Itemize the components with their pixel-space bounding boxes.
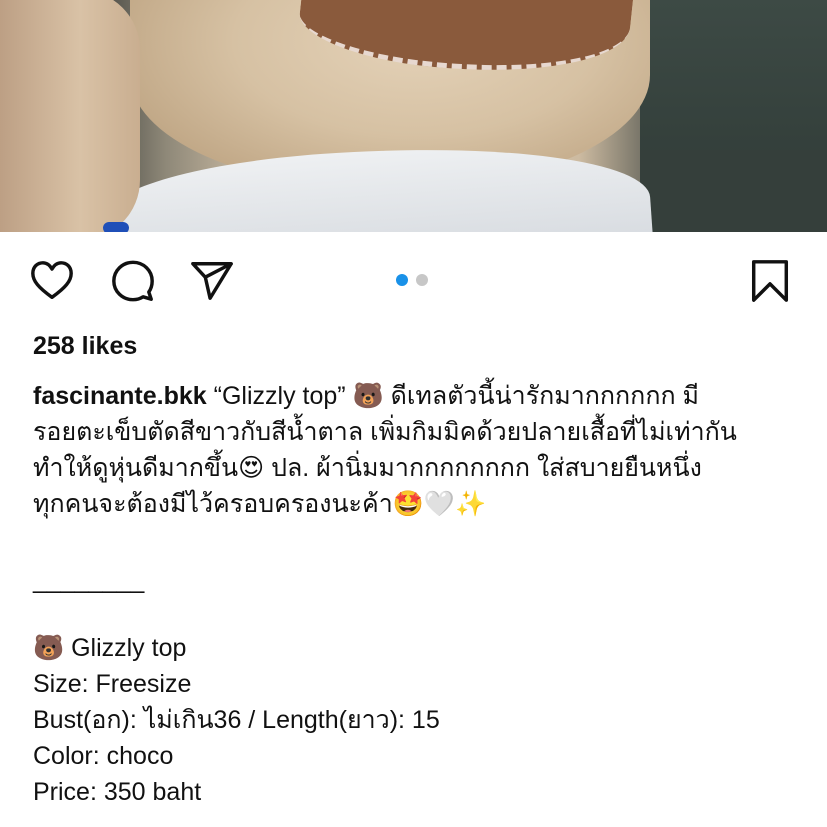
carousel-dot-active: [396, 274, 408, 286]
heart-icon: [31, 261, 73, 300]
product-price: Price: 350 baht: [33, 778, 202, 806]
product-measurements: Bust(อก): ไม่เกิน36 / Length(ยาว): 15: [33, 706, 440, 734]
photo-nail: [103, 222, 129, 232]
caption-text: “Glizzly top” 🐻 ดีเทลตัวนี้น่ารักมากกกกก…: [213, 382, 700, 410]
comment-bubble-icon: [112, 260, 154, 302]
post-caption: fascinante.bkk “Glizzly top” 🐻 ดีเทลตัวน…: [33, 378, 803, 522]
carousel-dot: [416, 274, 428, 286]
post-action-bar: [0, 232, 827, 330]
caption-line: รอยตะเข็บตัดสีขาวกับสีน้ำตาล เพิ่มกิมมิค…: [33, 418, 737, 446]
post-photo[interactable]: [0, 0, 827, 232]
likes-count[interactable]: 258 likes: [33, 330, 137, 362]
product-name: 🐻 Glizzly top: [33, 634, 187, 662]
bookmark-icon: [751, 260, 789, 302]
product-size: Size: Freesize: [33, 670, 192, 698]
comment-button[interactable]: [109, 257, 157, 305]
caption-line: ทำให้ดูหุ่นดีมากขึ้น😍 ปล. ผ้านิ่มมากกกกก…: [33, 454, 702, 482]
save-button[interactable]: [746, 257, 794, 305]
username-link[interactable]: fascinante.bkk: [33, 382, 207, 410]
photo-hand: [0, 0, 140, 232]
paper-plane-icon: [191, 262, 233, 300]
product-color: Color: choco: [33, 742, 174, 770]
share-button[interactable]: [188, 257, 236, 305]
caption-line: ทุกคนจะต้องมีไว้ครอบครองนะค้า🤩🤍✨: [33, 490, 487, 518]
product-details: 🐻 Glizzly top Size: Freesize Bust(อก): ไ…: [33, 630, 440, 810]
like-button[interactable]: [28, 257, 76, 305]
caption-divider: ________: [33, 566, 145, 594]
caption-line: fascinante.bkk “Glizzly top” 🐻 ดีเทลตัวน…: [33, 378, 803, 414]
photo-background-shelf: [640, 150, 827, 232]
carousel-indicator: [396, 274, 428, 286]
